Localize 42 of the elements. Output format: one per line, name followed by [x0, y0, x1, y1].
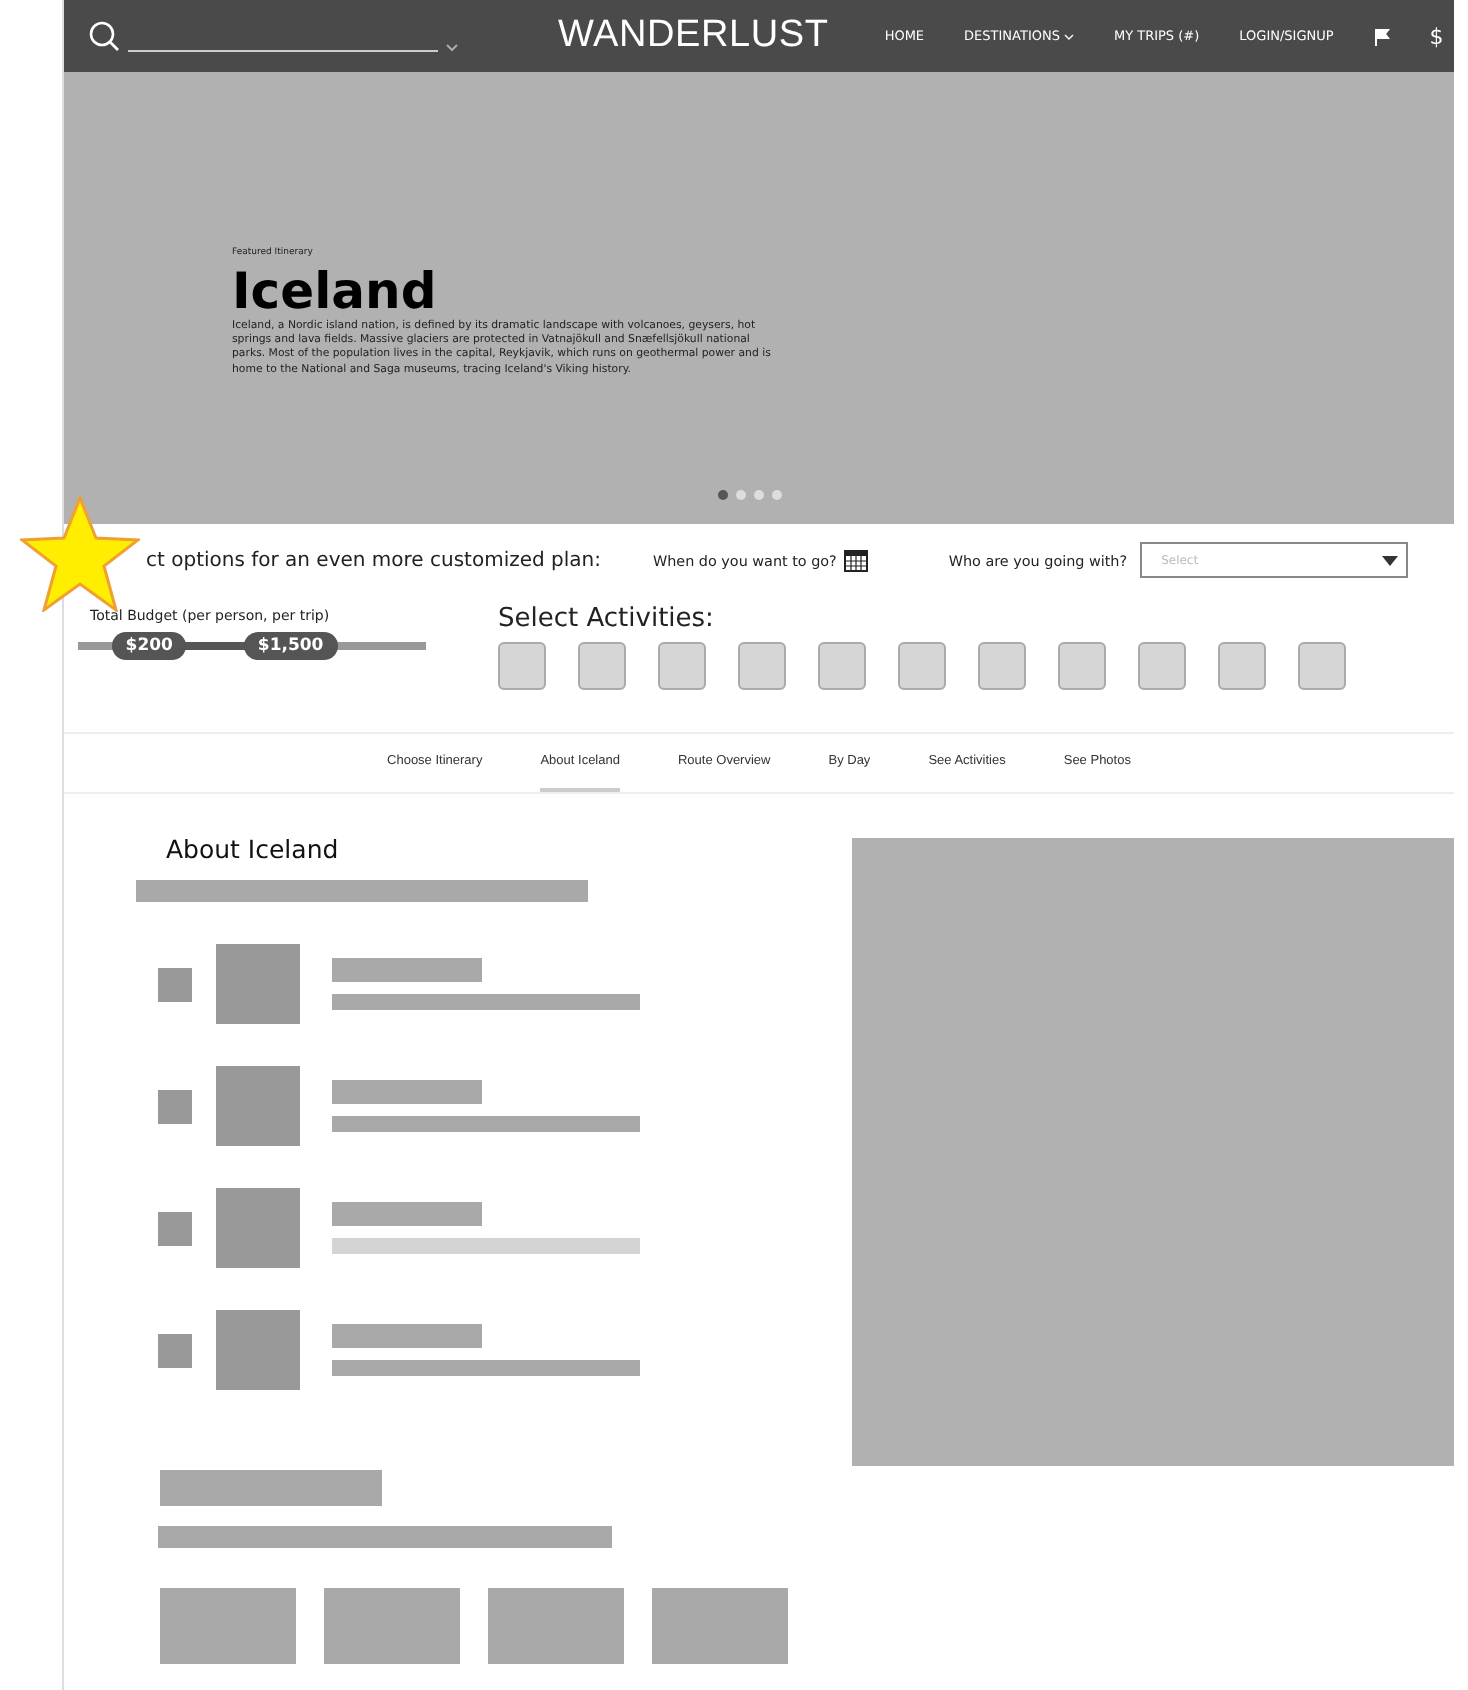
- carousel-dot[interactable]: [736, 490, 746, 500]
- slider-handle[interactable]: $200: [111, 632, 187, 660]
- activity-option[interactable]: [978, 642, 1026, 690]
- chevron-icon[interactable]: [446, 44, 458, 52]
- activity-option[interactable]: [1138, 642, 1186, 690]
- budget-slider[interactable]: $200 $1,500: [78, 632, 426, 660]
- placeholder-thumbnail: [216, 1066, 300, 1146]
- activity-option[interactable]: [498, 642, 546, 690]
- activity-option[interactable]: [898, 642, 946, 690]
- search-icon[interactable]: [88, 20, 120, 52]
- placeholder-checkbox[interactable]: [158, 967, 192, 1001]
- options-intro: ct options for an even more customized plan:: [146, 549, 601, 571]
- activity-option[interactable]: [1058, 642, 1106, 690]
- caret-icon[interactable]: [1381, 555, 1398, 565]
- flag-icon[interactable]: [1373, 27, 1390, 45]
- activity-option[interactable]: [1218, 642, 1266, 690]
- section-title: About Iceland: [166, 834, 341, 864]
- placeholder-thumbnail: [216, 944, 300, 1024]
- slider-handle[interactable]: $1,500: [243, 632, 338, 660]
- placeholder-thumbnail: [216, 1310, 300, 1390]
- placeholder-block: [160, 1588, 296, 1664]
- placeholder-block: [488, 1588, 624, 1664]
- placeholder-block: [324, 1588, 460, 1664]
- placeholder-thumbnail: [216, 1188, 300, 1268]
- activity-option[interactable]: [1298, 642, 1346, 690]
- hero-title: Iceland: [232, 262, 437, 320]
- activity-option[interactable]: [738, 642, 786, 690]
- currency-button[interactable]: $: [1429, 23, 1444, 49]
- activity-option[interactable]: [578, 642, 626, 690]
- activity-option[interactable]: [658, 642, 706, 690]
- placeholder-checkbox[interactable]: [158, 1211, 192, 1245]
- carousel-dot[interactable]: [718, 490, 728, 500]
- placeholder-checkbox[interactable]: [158, 1333, 192, 1367]
- carousel-dot[interactable]: [772, 490, 782, 500]
- star-icon: [20, 496, 140, 612]
- activities-title: Select Activities:: [498, 604, 716, 634]
- activity-option[interactable]: [818, 642, 866, 690]
- logo[interactable]: WANDERLUST: [558, 14, 829, 58]
- calendar-icon[interactable]: [844, 548, 869, 572]
- placeholder-block: [652, 1588, 788, 1664]
- placeholder-checkbox[interactable]: [158, 1089, 192, 1123]
- carousel-dot[interactable]: [754, 490, 764, 500]
